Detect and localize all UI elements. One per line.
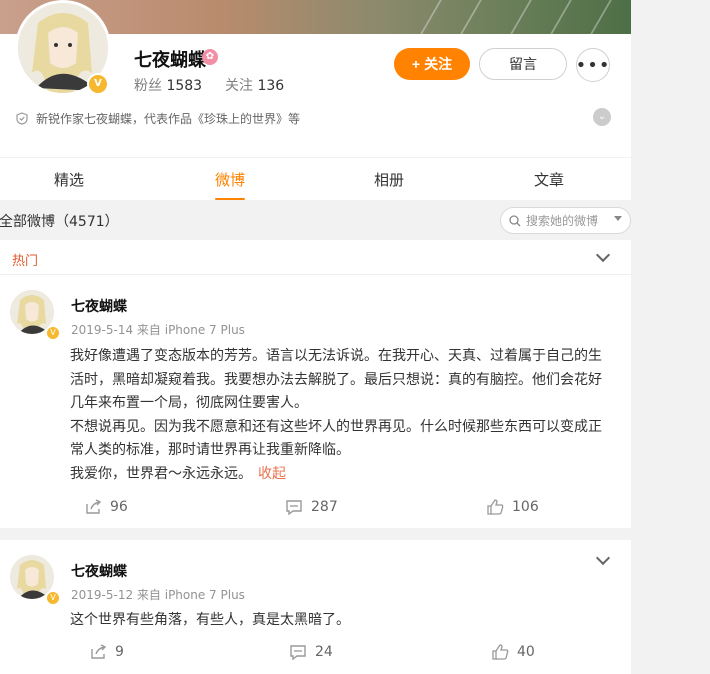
message-button[interactable]: 留言	[479, 48, 567, 80]
comment-icon	[286, 500, 302, 515]
post-paragraph: 我爱你，世界君～永远永远。 收起	[70, 463, 615, 487]
more-dots-icon: •••	[575, 54, 611, 76]
profile-bio: 新锐作家七夜蝴蝶，代表作品《珍珠上的世界》等	[16, 110, 300, 127]
profile-nickname: 七夜蝴蝶	[134, 50, 206, 71]
post-paragraph: 不想说再见。因为我不愿意和还有这些坏人的世界再见。什么时候那些东西可以变成正常人…	[70, 418, 602, 459]
post-paragraph-text: 我爱你，世界君～永远永远。	[70, 465, 252, 482]
collapse-link[interactable]: 收起	[258, 466, 286, 482]
comment-count: 287	[311, 499, 338, 515]
verified-icon: V	[87, 73, 109, 95]
profile-header: V 七夜蝴蝶 ✿ 粉丝 1583 关注 136 + 关注 留言 ••• 新锐作家…	[0, 0, 631, 157]
plus-icon: +	[411, 56, 421, 72]
post-paragraph: 我好像遭遇了变态版本的芳芳。语言以无法诉说。在我开心、天真、过着属于自己的生活时…	[70, 348, 602, 411]
follow-button-label: 关注	[424, 56, 453, 72]
more-button[interactable]: •••	[576, 48, 610, 82]
profile-tabs: 精选 微博 相册 文章	[0, 158, 631, 200]
post-content: 我好像遭遇了变态版本的芳芳。语言以无法诉说。在我开心、天真、过着属于自己的生活时…	[70, 345, 615, 486]
tab-featured[interactable]: 精选	[54, 169, 84, 190]
tab-albums[interactable]: 相册	[374, 169, 404, 190]
divider	[0, 274, 631, 275]
like-icon	[492, 644, 509, 660]
post-search-input[interactable]: 搜索她的微博	[500, 207, 631, 234]
like-icon	[487, 499, 504, 515]
like-count: 106	[512, 499, 539, 515]
repost-icon	[91, 644, 107, 659]
main-column: V 七夜蝴蝶 ✿ 粉丝 1583 关注 136 + 关注 留言 ••• 新锐作家…	[0, 0, 631, 674]
repost-count: 96	[110, 499, 128, 515]
member-badge-icon[interactable]: ✿	[202, 49, 218, 65]
post-author[interactable]: 七夜蝴蝶	[71, 296, 127, 316]
search-dropdown-icon[interactable]	[614, 216, 622, 221]
comment-count: 24	[315, 644, 333, 660]
repost-icon	[86, 499, 102, 514]
chevron-down-icon[interactable]	[595, 247, 611, 263]
active-tab-indicator	[215, 198, 245, 200]
verified-icon: V	[46, 591, 60, 605]
followers-label: 粉丝	[134, 78, 162, 94]
search-placeholder: 搜索她的微博	[526, 214, 599, 228]
repost-button[interactable]: 9	[90, 644, 124, 660]
comment-button[interactable]: 24	[289, 644, 333, 660]
repost-button[interactable]: 96	[85, 499, 128, 515]
verified-icon: V	[46, 326, 60, 340]
follow-button[interactable]: + 关注	[394, 48, 470, 80]
tab-weibo[interactable]: 微博	[215, 169, 245, 190]
chevron-down-icon[interactable]	[595, 550, 611, 566]
bio-text: 新锐作家七夜蝴蝶，代表作品《珍珠上的世界》等	[36, 112, 301, 126]
all-posts-filter[interactable]: 全部微博（4571）	[0, 211, 119, 231]
like-button[interactable]: 40	[492, 644, 535, 660]
post-actions: 9 24 40	[0, 639, 631, 669]
profile-stats: 粉丝 1583 关注 136	[134, 75, 284, 95]
following-count[interactable]: 136	[257, 78, 284, 94]
post-card: 热门 V 七夜蝴蝶 2019-5-14 来自 iPhone 7 Plus 我好像…	[0, 240, 631, 528]
post-meta[interactable]: 2019-5-12 来自 iPhone 7 Plus	[71, 586, 245, 603]
following-label: 关注	[225, 78, 253, 94]
like-count: 40	[517, 644, 535, 660]
post-actions: 96 287 106	[0, 494, 631, 524]
hot-section-label: 热门	[12, 254, 39, 269]
shield-icon	[16, 112, 28, 125]
post-author[interactable]: 七夜蝴蝶	[71, 561, 127, 581]
post-meta[interactable]: 2019-5-14 来自 iPhone 7 Plus	[71, 321, 245, 338]
followers-count[interactable]: 1583	[166, 78, 202, 94]
repost-count: 9	[115, 644, 124, 660]
like-button[interactable]: 106	[487, 499, 539, 515]
post-content: 这个世界有些角落，有些人，真是太黑暗了。	[70, 609, 615, 633]
message-button-label: 留言	[509, 56, 537, 72]
comment-icon	[290, 645, 306, 660]
page-gutter	[631, 0, 710, 674]
filter-bar: 全部微博（4571） 搜索她的微博	[0, 201, 631, 239]
post-paragraph: 这个世界有些角落，有些人，真是太黑暗了。	[70, 612, 350, 628]
tab-articles[interactable]: 文章	[534, 169, 564, 190]
chevron-down-icon[interactable]: ⌄	[593, 108, 611, 126]
comment-button[interactable]: 287	[285, 499, 338, 515]
search-icon	[509, 214, 521, 226]
post-card: V 七夜蝴蝶 2019-5-12 来自 iPhone 7 Plus 这个世界有些…	[0, 540, 631, 674]
